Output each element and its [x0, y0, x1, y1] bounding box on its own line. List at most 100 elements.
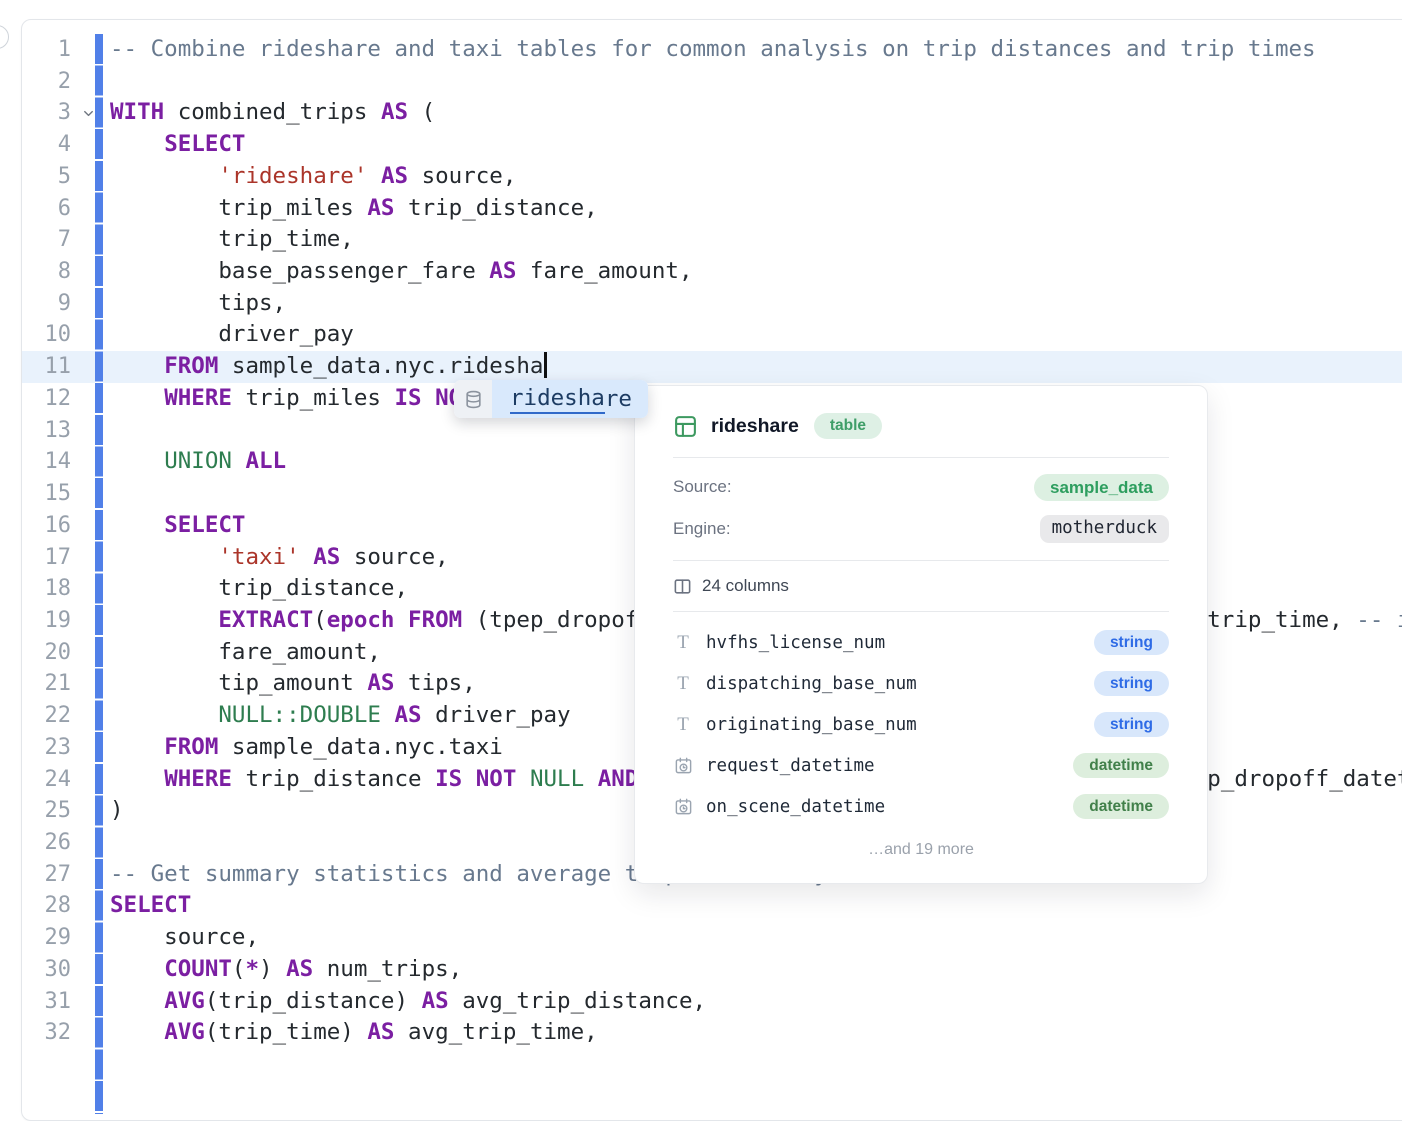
line-number: 27	[22, 859, 71, 891]
code-line[interactable]: 11 FROM sample_data.nyc.ridesha	[22, 351, 1402, 383]
column-row: on_scene_datetime datetime	[673, 786, 1169, 827]
code-text: tip_amount AS tips,	[110, 668, 476, 700]
engine-field: Engine: motherduck	[673, 508, 1169, 550]
column-name: dispatching_base_num	[706, 674, 1081, 694]
code-text: SELECT	[110, 129, 245, 161]
line-number: 22	[22, 700, 71, 732]
columns-icon	[673, 577, 692, 596]
code-text: 'taxi' AS source,	[110, 542, 449, 574]
line-number: 13	[22, 415, 71, 447]
code-text: SELECT	[110, 510, 245, 542]
column-row: Thvfhs_license_numstring	[673, 622, 1169, 663]
column-type-badge: datetime	[1073, 753, 1169, 779]
line-number: 5	[22, 161, 71, 193]
line-number: 21	[22, 668, 71, 700]
code-line[interactable]: 3 WITH combined_trips AS (	[22, 97, 1402, 129]
code-text: COUNT(*) AS num_trips,	[110, 954, 462, 986]
code-text: tips,	[110, 288, 286, 320]
column-name: request_datetime	[706, 756, 1060, 776]
column-row: request_datetime datetime	[673, 745, 1169, 786]
line-number: 8	[22, 256, 71, 288]
code-text: source,	[110, 922, 259, 954]
code-text: FROM sample_data.nyc.taxi	[110, 732, 503, 764]
line-number: 29	[22, 922, 71, 954]
code-line[interactable]: 1-- Combine rideshare and taxi tables fo…	[22, 34, 1402, 66]
code-text: 'rideshare' AS source,	[110, 161, 516, 193]
line-number: 4	[22, 129, 71, 161]
code-text: NULL::DOUBLE AS driver_pay	[110, 700, 571, 732]
code-line[interactable]: 4 SELECT	[22, 129, 1402, 161]
app-root: { "editor": { "language": "sql", "active…	[0, 0, 1402, 1024]
code-text: UNION ALL	[110, 446, 286, 478]
table-icon	[673, 414, 698, 439]
code-text: trip_miles AS trip_distance,	[110, 193, 598, 225]
column-type-badge: datetime	[1073, 794, 1169, 820]
database-icon	[454, 380, 492, 418]
code-line[interactable]: 9 tips,	[22, 288, 1402, 320]
autocomplete-popup: rideshare	[454, 380, 648, 418]
code-text: WITH combined_trips AS (	[110, 97, 435, 129]
line-number: 2	[22, 66, 71, 98]
autocomplete-match-text: ridesha	[510, 385, 605, 414]
code-line[interactable]: 5 'rideshare' AS source,	[22, 161, 1402, 193]
more-columns-label: …and 19 more	[673, 841, 1169, 859]
code-line[interactable]: 7 trip_time,	[22, 224, 1402, 256]
line-number: 19	[22, 605, 71, 637]
autocomplete-rest-text: re	[605, 386, 632, 412]
text-icon: T	[673, 674, 693, 693]
calendar-clock-icon	[673, 797, 693, 816]
line-number: 30	[22, 954, 71, 986]
table-name: rideshare	[711, 415, 799, 438]
code-line[interactable]: 6 trip_miles AS trip_distance,	[22, 193, 1402, 225]
line-number: 9	[22, 288, 71, 320]
column-type-badge: string	[1094, 712, 1169, 738]
text-cursor	[544, 352, 547, 378]
column-type-badge: string	[1094, 630, 1169, 656]
line-number: 31	[22, 986, 71, 1018]
code-text: driver_pay	[110, 319, 354, 351]
code-line[interactable]: 31 AVG(trip_distance) AS avg_trip_distan…	[22, 986, 1402, 1018]
columns-count-row: 24 columns	[673, 561, 1169, 611]
code-line[interactable]: 2	[22, 66, 1402, 98]
code-line[interactable]: 29 source,	[22, 922, 1402, 954]
code-text: AVG(trip_time) AS avg_trip_time,	[110, 1017, 598, 1049]
code-text: trip_distance,	[110, 573, 408, 605]
tooltip-fields: Source: sample_data Engine: motherduck	[673, 458, 1169, 550]
code-text: fare_amount,	[110, 637, 381, 669]
calendar-clock-icon	[673, 756, 693, 775]
line-number: 23	[22, 732, 71, 764]
line-number: 11	[22, 351, 71, 383]
changed-lines-indicator-bar	[95, 34, 103, 1114]
text-icon: T	[673, 633, 693, 652]
code-text: )	[110, 795, 124, 827]
column-row: Toriginating_base_numstring	[673, 704, 1169, 745]
collapse-sidebar-button[interactable]	[0, 25, 9, 49]
column-row: Tdispatching_base_numstring	[673, 663, 1169, 704]
engine-value-badge: motherduck	[1040, 515, 1169, 543]
line-number: 24	[22, 764, 71, 796]
code-text: AVG(trip_distance) AS avg_trip_distance,	[110, 986, 706, 1018]
line-number: 32	[22, 1017, 71, 1049]
code-line[interactable]: 32 AVG(trip_time) AS avg_trip_time,	[22, 1017, 1402, 1049]
code-line[interactable]: 8 base_passenger_fare AS fare_amount,	[22, 256, 1402, 288]
code-line[interactable]: 28SELECT	[22, 890, 1402, 922]
code-text: base_passenger_fare AS fare_amount,	[110, 256, 693, 288]
column-name: on_scene_datetime	[706, 797, 1060, 817]
line-number: 3	[22, 97, 71, 129]
code-line[interactable]: 10 driver_pay	[22, 319, 1402, 351]
columns-list: Thvfhs_license_numstringTdispatching_bas…	[673, 612, 1169, 827]
table-kind-badge: table	[814, 413, 882, 439]
source-label: Source:	[673, 477, 732, 497]
code-line[interactable]: 30 COUNT(*) AS num_trips,	[22, 954, 1402, 986]
line-number: 20	[22, 637, 71, 669]
line-number: 17	[22, 542, 71, 574]
line-number: 6	[22, 193, 71, 225]
tooltip-header: rideshare table	[673, 410, 1169, 442]
line-number: 15	[22, 478, 71, 510]
line-number: 12	[22, 383, 71, 415]
code-text: -- Combine rideshare and taxi tables for…	[110, 34, 1316, 66]
source-field: Source: sample_data	[673, 466, 1169, 508]
table-info-tooltip: rideshare table Source: sample_data Engi…	[634, 385, 1208, 884]
code-text: SELECT	[110, 890, 191, 922]
autocomplete-item-rideshare[interactable]: rideshare	[492, 380, 648, 418]
